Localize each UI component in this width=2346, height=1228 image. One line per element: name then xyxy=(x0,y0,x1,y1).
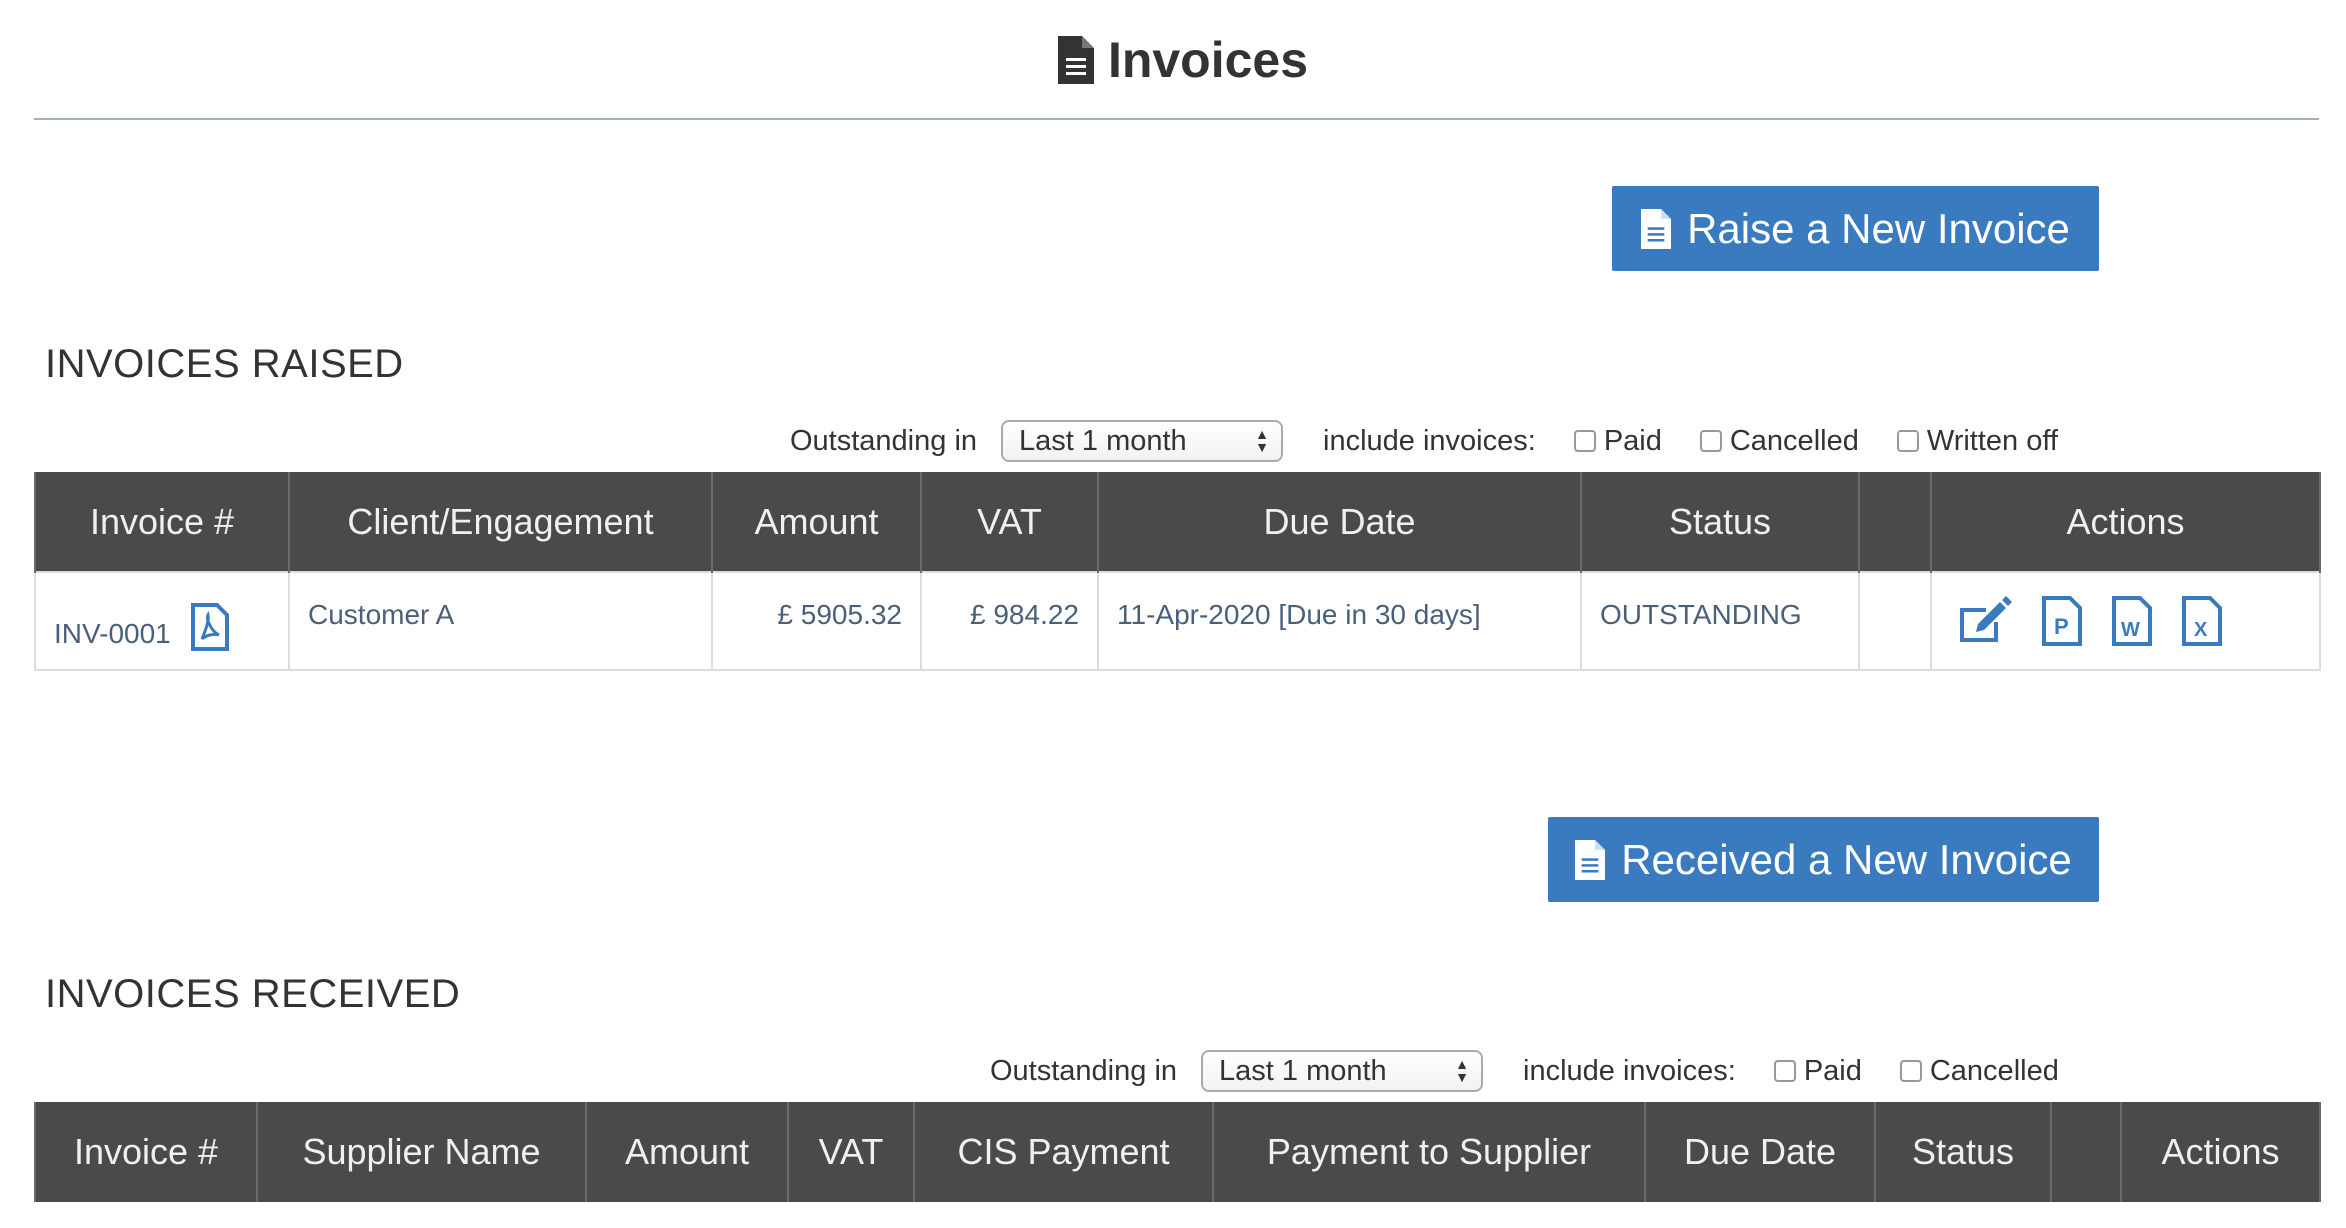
select-arrows-icon: ▲ ▼ xyxy=(1255,426,1270,455)
vat-cell: £ 984.22 xyxy=(920,571,1099,671)
received-new-invoice-button[interactable]: Received a New Invoice xyxy=(1548,817,2099,902)
due-date-cell: 11-Apr-2020 [Due in 30 days] xyxy=(1097,571,1582,671)
col-vat[interactable]: VAT xyxy=(920,472,1099,572)
select-value: Last 1 month xyxy=(1019,424,1187,457)
invoices-raised-table: Invoice # Client/Engagement Amount VAT D… xyxy=(34,472,2321,671)
col-amount[interactable]: Amount xyxy=(585,1102,789,1202)
invoice-cell: INV-0001 xyxy=(34,571,290,671)
invoices-received-title: INVOICES RECEIVED xyxy=(45,972,461,1016)
col-payment-to-supplier[interactable]: Payment to Supplier xyxy=(1212,1102,1646,1202)
raise-new-invoice-label: Raise a New Invoice xyxy=(1687,204,2070,252)
received-filters: Outstanding in Last 1 month ▲ ▼ include i… xyxy=(990,1050,2059,1092)
table-header-row: Invoice # Supplier Name Amount VAT CIS P… xyxy=(34,1102,2321,1202)
col-invoice[interactable]: Invoice # xyxy=(34,1102,258,1202)
select-arrows-icon: ▲ ▼ xyxy=(1455,1056,1470,1085)
cancelled-label: Cancelled xyxy=(1929,1054,2059,1087)
document-icon xyxy=(1575,839,1606,880)
outstanding-period-select[interactable]: Last 1 month ▲ ▼ xyxy=(1201,1050,1484,1092)
edit-icon[interactable] xyxy=(1956,596,2012,646)
paid-filter[interactable]: Paid xyxy=(1773,1054,1862,1088)
page-header: Invoices xyxy=(0,0,2346,120)
col-due-date[interactable]: Due Date xyxy=(1644,1102,1876,1202)
document-icon xyxy=(1057,36,1094,84)
svg-text:X: X xyxy=(2194,619,2208,641)
cancelled-filter[interactable]: Cancelled xyxy=(1899,1054,2059,1088)
written-off-label: Written off xyxy=(1926,424,2058,457)
paid-checkbox[interactable] xyxy=(1773,1060,1796,1082)
table-row: INV-0001 Customer A £ 5905.32 £ 984.22 1… xyxy=(34,571,2321,671)
excel-icon[interactable]: X xyxy=(2182,596,2222,646)
raised-filters: Outstanding in Last 1 month ▲ ▼ include i… xyxy=(790,420,2058,462)
outstanding-label: Outstanding in xyxy=(790,424,978,457)
col-amount[interactable]: Amount xyxy=(711,472,922,572)
col-status[interactable]: Status xyxy=(1874,1102,2052,1202)
invoices-raised-title: INVOICES RAISED xyxy=(45,342,404,386)
invoices-received-table: Invoice # Supplier Name Amount VAT CIS P… xyxy=(34,1102,2321,1202)
written-off-filter[interactable]: Written off xyxy=(1896,424,2058,458)
cancelled-checkbox[interactable] xyxy=(1899,1060,1922,1082)
blank-cell xyxy=(1858,571,1932,671)
document-icon xyxy=(1641,208,1672,249)
client-cell[interactable]: Customer A xyxy=(288,571,713,671)
raise-new-invoice-button[interactable]: Raise a New Invoice xyxy=(1612,186,2099,271)
outstanding-label: Outstanding in xyxy=(990,1054,1178,1087)
paid-label: Paid xyxy=(1603,424,1662,457)
page-title-text: Invoices xyxy=(1107,32,1309,88)
col-blank xyxy=(1858,472,1932,572)
col-status[interactable]: Status xyxy=(1580,472,1860,572)
col-client[interactable]: Client/Engagement xyxy=(288,472,713,572)
received-new-invoice-label: Received a New Invoice xyxy=(1621,835,2072,883)
pdf-icon[interactable] xyxy=(190,603,229,651)
paid-filter[interactable]: Paid xyxy=(1573,424,1662,458)
pdf-p-icon[interactable]: P xyxy=(2042,596,2082,646)
paid-checkbox[interactable] xyxy=(1573,430,1596,452)
action-icons: P W X xyxy=(1932,573,2319,669)
outstanding-period-select[interactable]: Last 1 month ▲ ▼ xyxy=(1001,420,1284,462)
invoice-number-link[interactable]: INV-0001 xyxy=(54,618,171,649)
cancelled-checkbox[interactable] xyxy=(1699,430,1722,452)
col-actions: Actions xyxy=(1930,472,2321,572)
word-icon[interactable]: W xyxy=(2112,596,2152,646)
actions-cell: P W X xyxy=(1930,571,2321,671)
status-cell: OUTSTANDING xyxy=(1580,571,1860,671)
amount-cell: £ 5905.32 xyxy=(711,571,922,671)
svg-text:W: W xyxy=(2121,619,2140,641)
col-supplier[interactable]: Supplier Name xyxy=(256,1102,587,1202)
include-invoices-label: include invoices: xyxy=(1523,1054,1736,1087)
col-cis-payment[interactable]: CIS Payment xyxy=(913,1102,1214,1202)
col-due-date[interactable]: Due Date xyxy=(1097,472,1582,572)
select-value: Last 1 month xyxy=(1219,1054,1387,1087)
col-blank xyxy=(2050,1102,2122,1202)
written-off-checkbox[interactable] xyxy=(1896,430,1919,452)
header-divider xyxy=(34,118,2319,120)
col-invoice[interactable]: Invoice # xyxy=(34,472,290,572)
col-vat[interactable]: VAT xyxy=(787,1102,915,1202)
col-actions: Actions xyxy=(2120,1102,2321,1202)
cancelled-label: Cancelled xyxy=(1729,424,1859,457)
table-header-row: Invoice # Client/Engagement Amount VAT D… xyxy=(34,472,2321,572)
page-title: Invoices xyxy=(1057,31,1309,89)
cancelled-filter[interactable]: Cancelled xyxy=(1699,424,1859,458)
paid-label: Paid xyxy=(1803,1054,1862,1087)
svg-text:P: P xyxy=(2054,614,2069,639)
include-invoices-label: include invoices: xyxy=(1323,424,1536,457)
